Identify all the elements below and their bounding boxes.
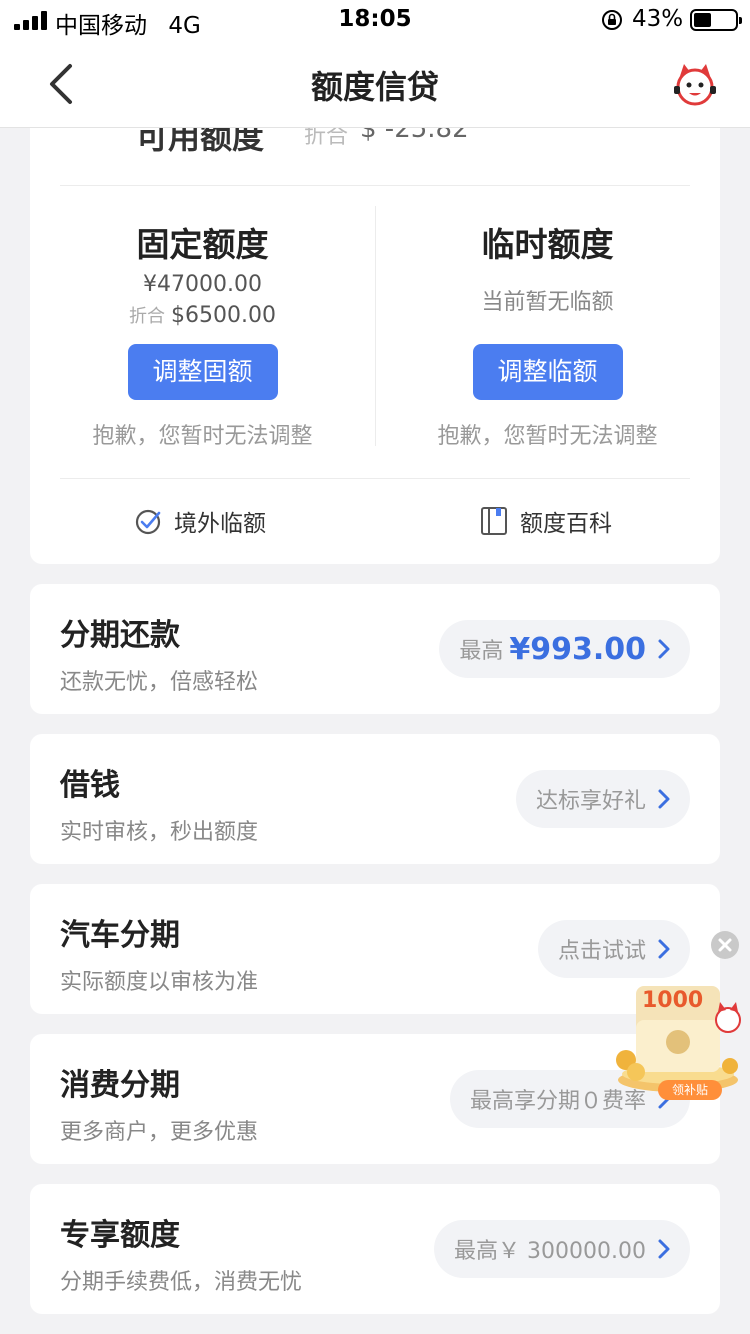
- row-pill[interactable]: 达标享好礼: [515, 770, 690, 828]
- temporary-limit-note: 抱歉，您暂时无法调整: [437, 424, 658, 449]
- chevron-right-icon: [658, 639, 670, 659]
- limit-wiki-link[interactable]: 额度百科: [478, 504, 612, 538]
- pill-text: 点击试试: [557, 939, 646, 964]
- limit-wiki-label: 额度百科: [520, 511, 612, 537]
- converted-value: $6500.00: [171, 303, 276, 328]
- list-item-installment-repayment[interactable]: 分期还款 还款无忧，倍感轻松 最高 ¥993.00: [30, 584, 720, 714]
- fixed-limit-converted: 折合 $6500.00: [30, 302, 375, 332]
- row-title: 汽车分期: [60, 918, 180, 953]
- row-subtitle: 还款无忧，倍感轻松: [60, 670, 259, 695]
- fixed-limit-section: 固定额度 ¥47000.00 折合 $6500.00 调整固额 抱歉，您暂时无法调…: [30, 218, 375, 450]
- overseas-limit-label: 境外临额: [174, 511, 266, 537]
- fixed-limit-note: 抱歉，您暂时无法调整: [92, 424, 313, 449]
- close-icon[interactable]: [711, 931, 739, 959]
- list-item-borrow[interactable]: 借钱 实时审核，秒出额度 达标享好礼: [30, 734, 720, 864]
- row-subtitle: 更多商户，更多优惠: [60, 1120, 259, 1145]
- row-title: 分期还款: [60, 618, 180, 653]
- credit-summary-card: 可用额度 折合 $ -25.82 固定额度 ¥47000.00 折合 $6500.…: [30, 100, 720, 564]
- nav-bar: 额度信贷: [0, 40, 750, 128]
- converted-word: 折合: [129, 306, 165, 327]
- status-bar: 中国移动 4G 18:05 43%: [0, 0, 750, 40]
- overseas-limit-link[interactable]: 境外临额: [132, 504, 266, 538]
- pill-text: 最高￥ 300000.00: [454, 1239, 646, 1264]
- book-icon: [481, 507, 507, 535]
- temporary-limit-title: 临时额度: [481, 225, 614, 264]
- row-title: 借钱: [60, 768, 120, 803]
- row-subtitle: 实际额度以审核为准: [60, 970, 259, 995]
- promo-amount: 1000: [642, 988, 704, 1013]
- row-pill[interactable]: 最高￥ 300000.00: [434, 1220, 690, 1278]
- divider: [60, 478, 690, 479]
- divider: [60, 185, 690, 186]
- fixed-limit-amount: ¥47000.00: [143, 272, 262, 297]
- pill-text: 达标享好礼: [535, 789, 646, 814]
- row-subtitle: 实时审核，秒出额度: [60, 820, 259, 845]
- mascot-cat-icon[interactable]: [670, 60, 720, 110]
- adjust-fixed-limit-button[interactable]: 调整固额: [127, 344, 278, 400]
- adjust-temporary-limit-button[interactable]: 调整临额: [472, 344, 623, 400]
- pill-prefix: 最高: [459, 639, 504, 664]
- page-title: 额度信贷: [310, 68, 439, 106]
- promo-tag[interactable]: 领补贴: [658, 1080, 722, 1100]
- temporary-limit-section: 临时额度 当前暂无临额 调整临额 抱歉，您暂时无法调整: [375, 218, 720, 450]
- row-title: 消费分期: [60, 1068, 180, 1103]
- row-pill[interactable]: 点击试试: [537, 920, 690, 978]
- chevron-right-icon: [658, 939, 670, 959]
- subsidy-promo-widget[interactable]: 1000 领补贴: [612, 980, 750, 1104]
- pill-value: ¥993.00: [509, 631, 646, 667]
- fixed-limit-title: 固定额度: [136, 225, 269, 264]
- row-pill[interactable]: 最高 ¥993.00: [439, 620, 690, 678]
- row-title: 专享额度: [60, 1218, 180, 1253]
- rotation-lock-icon: [602, 10, 622, 30]
- battery-percentage: 43%: [632, 6, 684, 32]
- chevron-right-icon: [658, 1239, 670, 1259]
- row-subtitle: 分期手续费低，消费无忧: [60, 1270, 303, 1295]
- temporary-limit-status: 当前暂无临额: [481, 290, 614, 315]
- chevron-right-icon: [658, 789, 670, 809]
- list-item-exclusive-limit[interactable]: 专享额度 分期手续费低，消费无忧 最高￥ 300000.00: [30, 1184, 720, 1314]
- overseas-limit-icon: [135, 509, 161, 535]
- battery-icon: [690, 9, 742, 31]
